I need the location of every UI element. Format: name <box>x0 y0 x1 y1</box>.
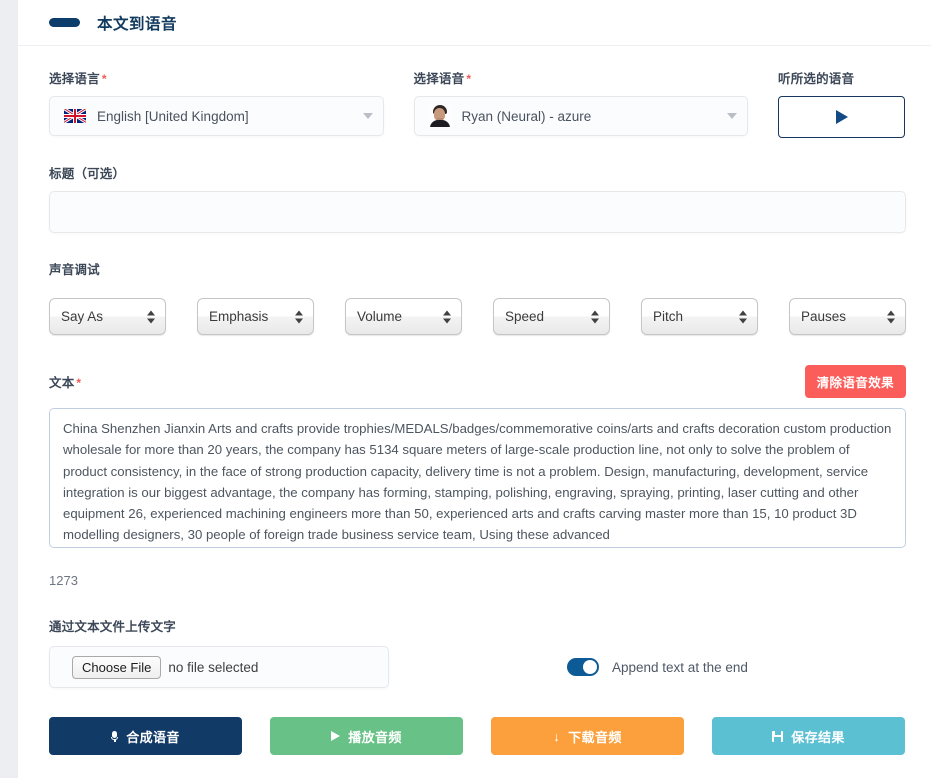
synthesize-voice-button[interactable]: 合成语音 <box>49 717 242 755</box>
card-body: 选择语言 * English [United Kingdom] 选择语音 * R… <box>18 46 931 778</box>
pauses-select-wrap: Pauses <box>789 298 906 335</box>
chevron-down-icon <box>362 113 373 119</box>
header-dash-icon <box>49 18 80 27</box>
language-select[interactable]: English [United Kingdom] <box>49 96 384 136</box>
volume-select-wrap: Volume <box>345 298 462 335</box>
text-required-mark: * <box>76 376 82 390</box>
language-column: 选择语言 * English [United Kingdom] <box>49 68 384 136</box>
choose-file-button[interactable]: Choose File <box>72 655 162 679</box>
tts-card: 本文到语音 选择语言 * English [United Kingdom] 选择… <box>18 0 931 778</box>
app-page: 本文到语音 选择语言 * English [United Kingdom] 选择… <box>0 0 931 778</box>
text-block: 文本 * 清除语音效果 China Shenzhen Jianxin Arts a… <box>49 365 906 588</box>
play-audio-label: 播放音频 <box>348 729 402 745</box>
play-icon <box>331 731 341 741</box>
voice-column: 选择语音 * Ryan (Neural) - azure <box>413 68 749 136</box>
pitch-select[interactable]: Pitch <box>641 298 758 335</box>
clear-voice-effects-button[interactable]: 清除语音效果 <box>804 365 906 398</box>
language-required-mark: * <box>101 72 107 86</box>
upload-label: 通过文本文件上传文字 <box>49 620 177 634</box>
voice-tuning-label: 声音调试 <box>49 263 100 277</box>
selection-row: 选择语言 * English [United Kingdom] 选择语音 * R… <box>49 68 905 138</box>
voice-select-value: Ryan (Neural) - azure <box>461 108 592 124</box>
voice-tuning-row: Say As Emphasis Volume Speed Pitch Pause… <box>49 298 906 335</box>
voice-avatar-icon <box>428 105 451 127</box>
file-input[interactable]: Choose File no file selected <box>49 646 389 688</box>
emphasis-select-wrap: Emphasis <box>197 298 314 335</box>
voice-label-text: 选择语音 <box>413 72 465 86</box>
uk-flag-icon <box>64 109 86 123</box>
append-text-group: Append text at the end <box>567 658 748 676</box>
no-file-selected-text: no file selected <box>168 659 259 675</box>
play-audio-button[interactable]: 播放音频 <box>270 717 463 755</box>
title-input[interactable] <box>49 191 906 233</box>
download-audio-label: 下载音频 <box>568 729 622 745</box>
listen-label: 听所选的语音 <box>778 72 855 86</box>
append-text-label: Append text at the end <box>612 659 748 675</box>
say-as-select-wrap: Say As <box>49 298 166 335</box>
upload-row: Choose File no file selected Append text… <box>49 646 905 688</box>
play-icon <box>835 110 848 124</box>
listen-column: 听所选的语音 <box>778 68 905 138</box>
pauses-select[interactable]: Pauses <box>789 298 906 335</box>
emphasis-select[interactable]: Emphasis <box>197 298 314 335</box>
page-title: 本文到语音 <box>97 15 178 33</box>
say-as-select[interactable]: Say As <box>49 298 166 335</box>
append-text-toggle[interactable] <box>567 658 599 676</box>
text-header-row: 文本 * 清除语音效果 <box>49 365 906 398</box>
voice-label: 选择语音 * <box>414 68 749 87</box>
speed-select[interactable]: Speed <box>493 298 610 335</box>
save-result-button[interactable]: 保存结果 <box>712 717 905 755</box>
upload-block: 通过文本文件上传文字 Choose File no file selected … <box>49 616 905 688</box>
save-result-label: 保存结果 <box>791 729 845 745</box>
main-text-input[interactable]: China Shenzhen Jianxin Arts and crafts p… <box>49 408 906 548</box>
text-label: 文本 * <box>49 372 81 391</box>
action-buttons-row: 合成语音 播放音频 ↓ 下载音频 保存结果 <box>49 717 905 778</box>
toggle-knob <box>583 660 597 674</box>
speed-select-wrap: Speed <box>493 298 610 335</box>
text-label-text: 文本 <box>49 376 75 390</box>
voice-required-mark: * <box>466 72 472 86</box>
language-select-value: English [United Kingdom] <box>97 108 249 124</box>
language-label-text: 选择语言 <box>49 72 100 86</box>
card-header: 本文到语音 <box>18 0 931 46</box>
listen-preview-button[interactable] <box>778 96 905 138</box>
microphone-icon <box>111 731 119 742</box>
chevron-down-icon <box>727 113 737 119</box>
voice-select[interactable]: Ryan (Neural) - azure <box>413 96 748 136</box>
download-audio-button[interactable]: ↓ 下载音频 <box>491 717 684 755</box>
title-block: 标题（可选） <box>49 163 906 233</box>
language-label: 选择语言 * <box>49 68 384 87</box>
save-disk-icon <box>772 730 784 742</box>
download-arrow-icon: ↓ <box>553 728 561 744</box>
synthesize-voice-label: 合成语音 <box>126 729 180 745</box>
title-label: 标题（可选） <box>49 167 126 181</box>
volume-select[interactable]: Volume <box>345 298 462 335</box>
character-count: 1273 <box>49 573 78 588</box>
voice-tuning-block: 声音调试 Say As Emphasis Volume Speed Pitch … <box>49 259 906 335</box>
pitch-select-wrap: Pitch <box>641 298 758 335</box>
